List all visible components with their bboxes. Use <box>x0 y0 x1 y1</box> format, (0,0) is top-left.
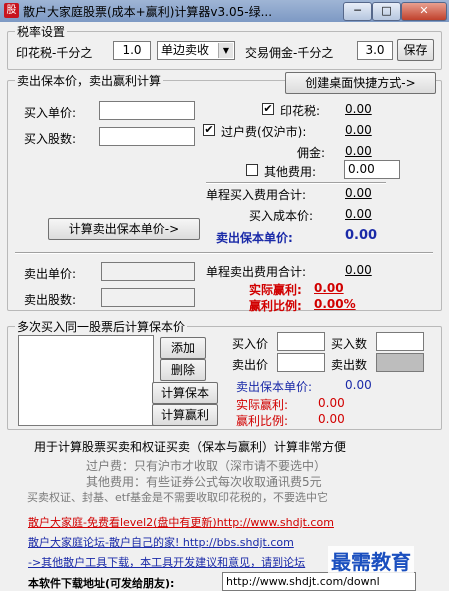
buy-price-label: 买入单价: <box>24 106 77 120</box>
actual-profit-value: 0.00 <box>314 281 344 295</box>
buy-cost-label: 买入成本价: <box>249 209 314 223</box>
other-fee-input[interactable]: 0.00 <box>344 160 400 179</box>
multi-buy-qty-label: 买入数 <box>331 337 368 351</box>
multi-buy-price-input[interactable] <box>277 332 325 351</box>
multi-sell-qty-label: 卖出数 <box>331 358 368 372</box>
multi-sell-qty-input[interactable] <box>376 353 424 372</box>
sell-qty-label: 卖出股数: <box>24 293 77 307</box>
chevron-down-icon: ▼ <box>218 43 233 58</box>
other-fee-checkbox[interactable] <box>246 164 258 176</box>
multi-breakeven-value: 0.00 <box>345 378 372 392</box>
multi-profit-value: 0.00 <box>318 396 345 410</box>
buy-fee-total-label: 单程买入费用合计: <box>206 188 307 202</box>
calc-multi-profit-button[interactable]: 计算赢利 <box>152 404 218 426</box>
link-tools[interactable]: ->其他散户工具下载，本工具开发建议和意见，请到论坛 <box>28 554 305 570</box>
profit-ratio-label: 赢利比例: <box>249 299 302 313</box>
sell-price-input[interactable] <box>101 262 195 281</box>
stamp-mode-value: 单边卖收 <box>161 43 210 57</box>
stamp-tax-value: 0.00 <box>345 102 372 116</box>
stamp-rate-input[interactable]: 1.0 <box>113 41 151 60</box>
download-label: 本软件下载地址(可发给朋友): <box>28 577 175 590</box>
multi-ratio-label: 赢利比例: <box>236 414 289 428</box>
commission-label: 佣金: <box>297 146 326 160</box>
multi-sell-price-label: 卖出价 <box>232 358 269 372</box>
stamp-rate-label: 印花税-千分之 <box>16 46 93 60</box>
buy-cost-value: 0.00 <box>345 207 372 221</box>
other-fee-label: 其他费用: <box>264 165 317 179</box>
close-button[interactable]: ✕ <box>401 2 447 21</box>
link-forum[interactable]: 散户大家庭论坛-散户自己的家! http://bbs.shdjt.com <box>28 534 294 550</box>
commission-rate-input[interactable]: 3.0 <box>357 41 393 60</box>
calc-group-title: 卖出保本价，卖出赢利计算 <box>15 72 164 89</box>
multi-profit-label: 实际赢利: <box>236 398 289 412</box>
multi-buy-qty-input[interactable] <box>376 332 424 351</box>
notes-line-2: 其他费用：有些证券公式每次收取通讯费5元 <box>86 475 322 489</box>
sell-price-label: 卖出单价: <box>24 267 77 281</box>
profit-ratio-value: 0.00% <box>314 297 356 311</box>
create-shortcut-button[interactable]: 创建桌面快捷方式-> <box>285 72 436 94</box>
commission-rate-label: 交易佣金-千分之 <box>245 46 334 60</box>
notes-line-1: 过户费：只有沪市才收取（深市请不要选中） <box>86 459 327 473</box>
sell-fee-total-value: 0.00 <box>345 263 372 277</box>
multi-buy-title: 多次买入同一股票后计算保本价 <box>15 318 188 335</box>
transfer-fee-checkbox[interactable]: ✔ <box>203 124 215 136</box>
watermark-logo: 最需教育 <box>328 546 414 575</box>
purchase-list[interactable] <box>18 335 154 426</box>
commission-value: 0.00 <box>345 144 372 158</box>
calc-breakeven-button[interactable]: 计算卖出保本单价-> <box>48 218 200 240</box>
link-level2[interactable]: 散户大家庭-免费看level2(盘中有更新)http://www.shdjt.c… <box>28 514 334 530</box>
breakeven-label: 卖出保本单价: <box>216 231 293 245</box>
notes-line-3: 买卖权证、封基、etf基金是不需要收取印花税的，不要选中它 <box>27 491 328 504</box>
delete-button[interactable]: 删除 <box>160 359 206 381</box>
multi-buy-price-label: 买入价 <box>232 337 269 351</box>
stamp-mode-select[interactable]: 单边卖收 ▼ <box>157 41 235 60</box>
buy-qty-label: 买入股数: <box>24 132 77 146</box>
buy-price-input[interactable] <box>99 101 195 120</box>
actual-profit-label: 实际赢利: <box>249 283 302 297</box>
sell-fee-total-label: 单程卖出费用合计: <box>206 265 307 279</box>
rate-settings-title: 税率设置 <box>15 23 68 40</box>
stamp-tax-checkbox[interactable]: ✔ <box>262 103 274 115</box>
maximize-button[interactable]: □ <box>372 2 401 21</box>
multi-sell-price-input[interactable] <box>277 353 325 372</box>
divider <box>206 182 386 184</box>
buy-qty-input[interactable] <box>99 127 195 146</box>
breakeven-value: 0.00 <box>345 228 378 243</box>
sell-qty-input[interactable] <box>101 288 195 307</box>
stamp-tax-label: 印花税: <box>280 104 321 118</box>
multi-breakeven-label: 卖出保本单价: <box>236 380 313 394</box>
save-button[interactable]: 保存 <box>397 39 434 61</box>
app-icon: 股 <box>4 3 19 18</box>
calc-multi-breakeven-button[interactable]: 计算保本 <box>152 382 218 404</box>
minimize-button[interactable]: ─ <box>343 2 372 21</box>
window-title: 散户大家庭股票(成本+赢利)计算器v3.05-绿... <box>23 5 273 19</box>
buy-fee-total-value: 0.00 <box>345 186 372 200</box>
multi-ratio-value: 0.00 <box>318 412 345 426</box>
add-button[interactable]: 添加 <box>160 337 206 359</box>
transfer-fee-value: 0.00 <box>345 123 372 137</box>
transfer-fee-label: 过户费(仅沪市): <box>221 125 307 139</box>
notes-headline: 用于计算股票买卖和权证买卖（保本与赢利）计算非常方便 <box>34 440 347 454</box>
divider <box>15 252 433 254</box>
